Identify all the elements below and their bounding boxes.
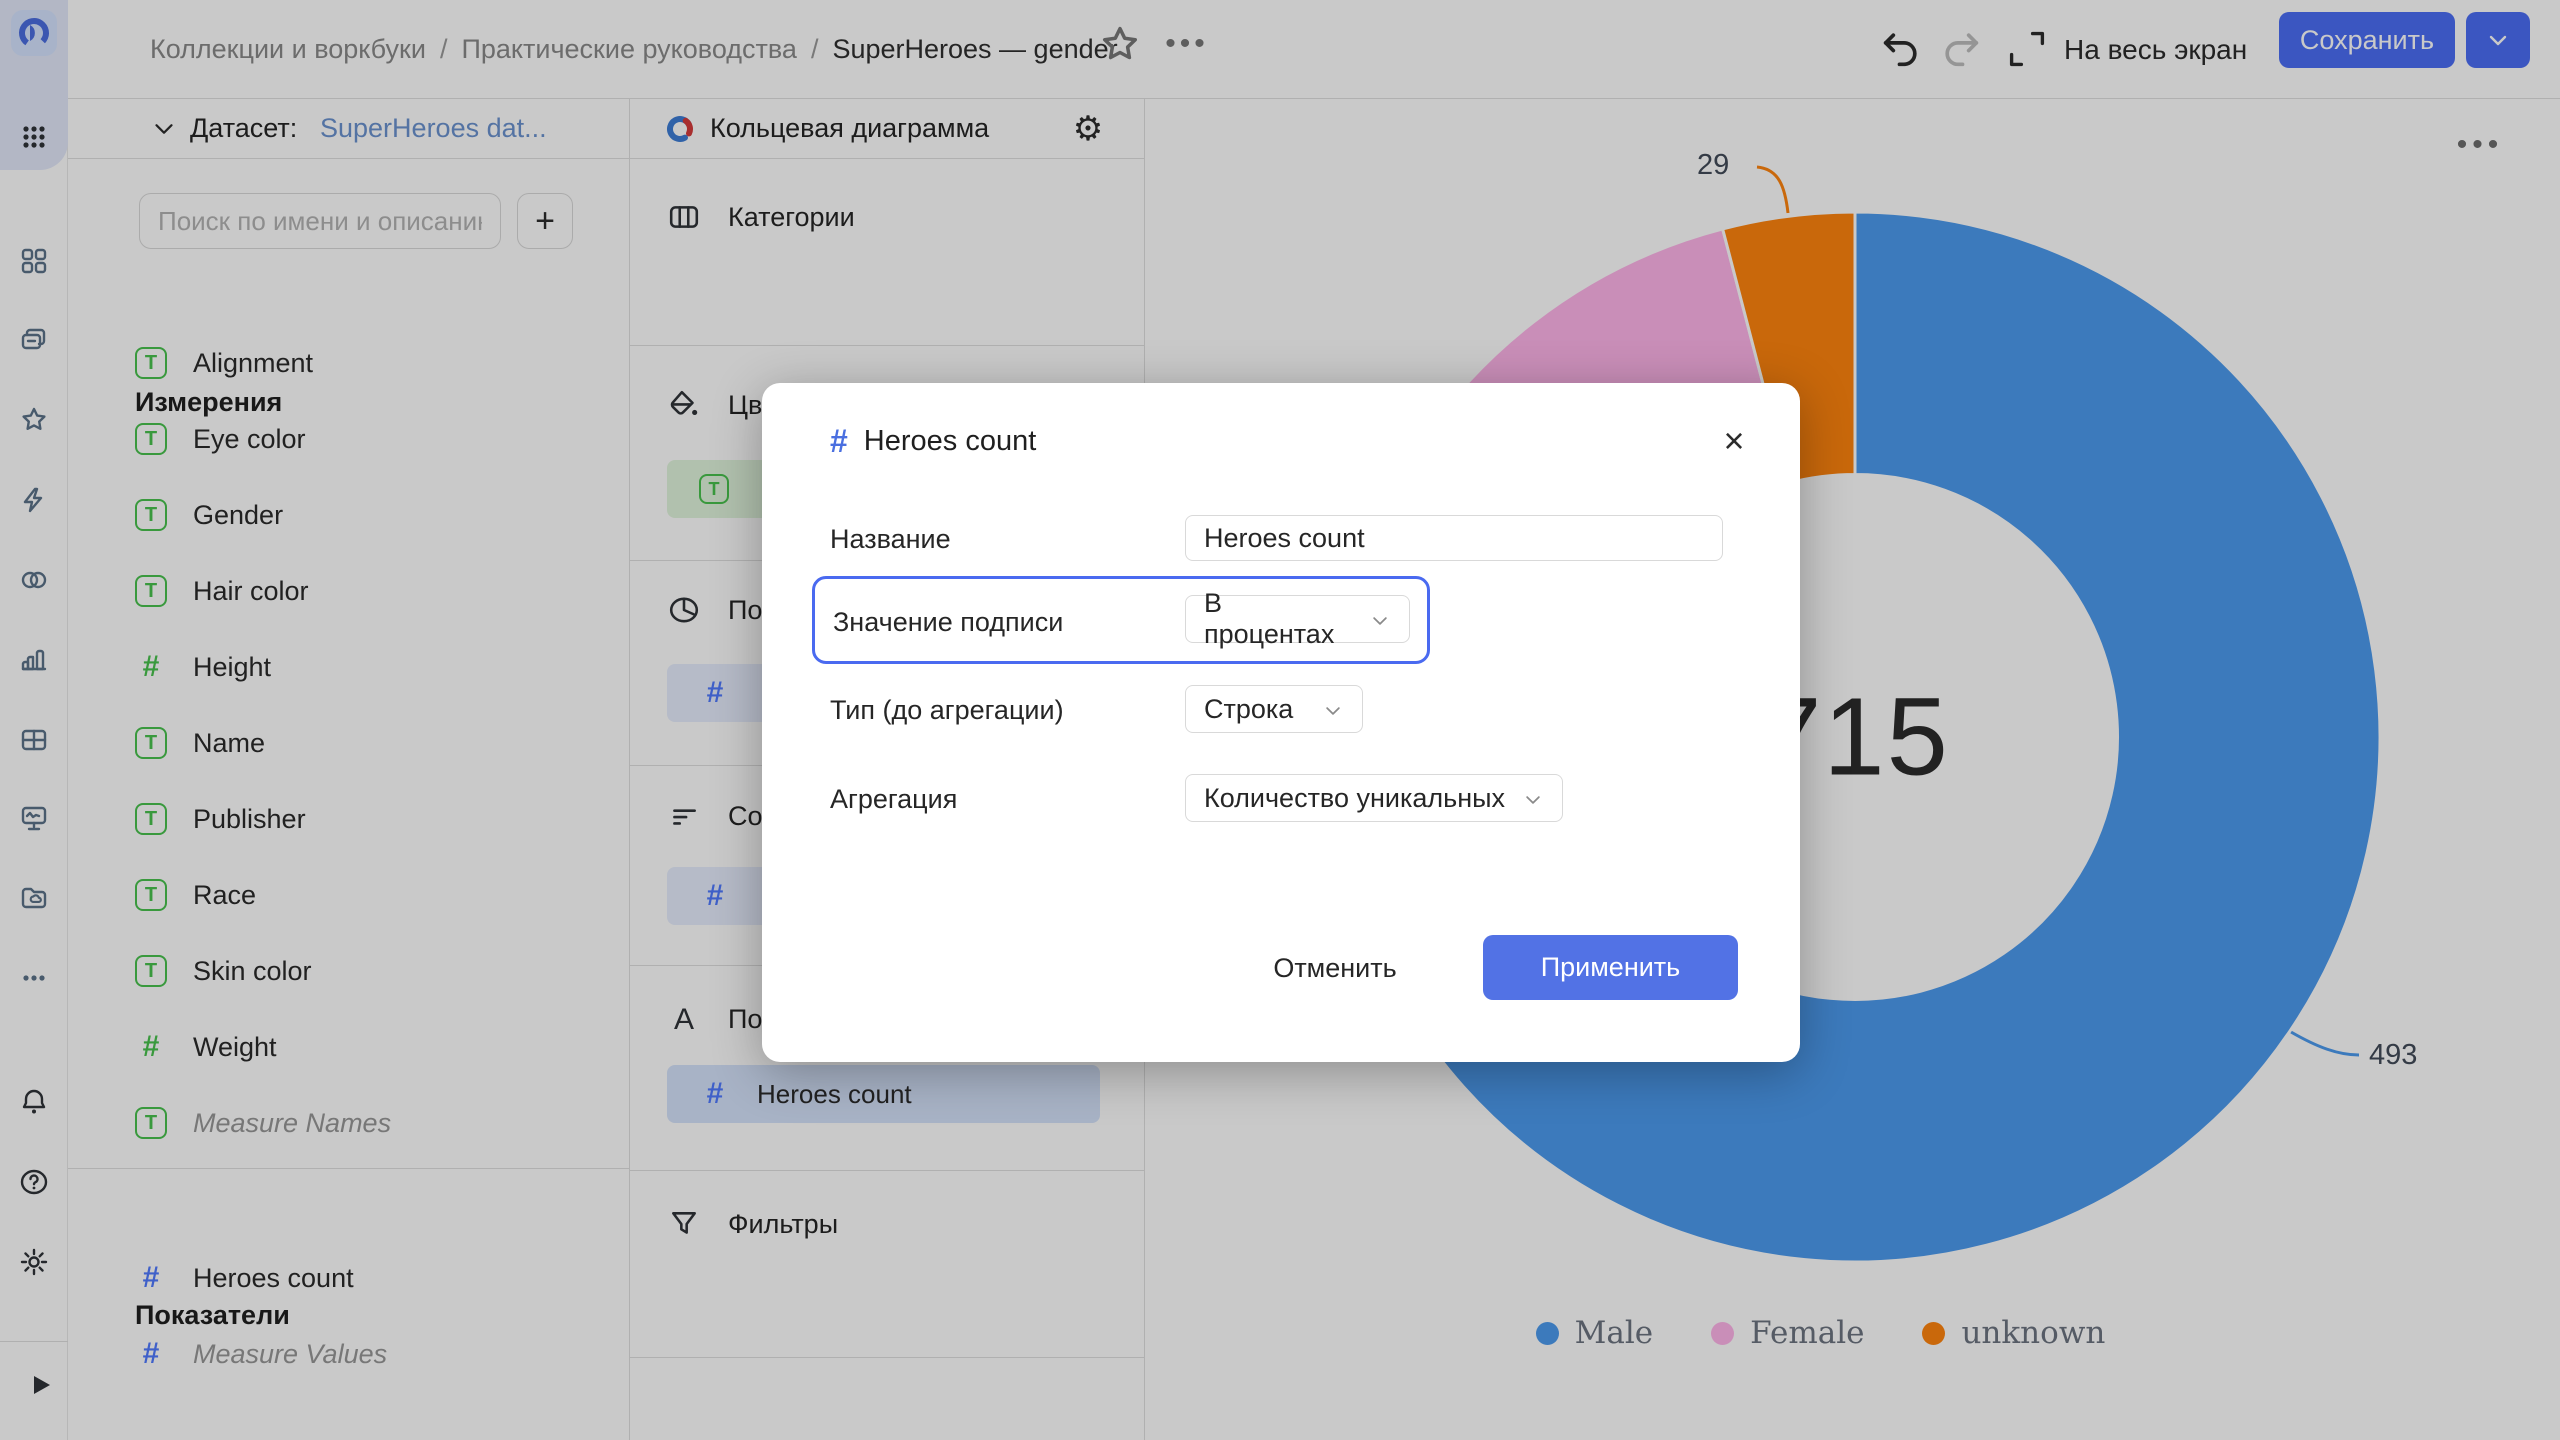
name-field-input[interactable] (1185, 515, 1723, 561)
label-value-label: Значение подписи (833, 607, 1063, 638)
close-icon[interactable]: × (1712, 419, 1756, 463)
chevron-down-icon (1522, 787, 1544, 809)
modal-title: # Heroes count (830, 423, 1036, 460)
aggregation-field-label: Агрегация (830, 784, 957, 815)
measure-type-icon: # (830, 423, 848, 460)
label-value-select[interactable]: В процентах (1185, 595, 1410, 643)
datalens-wizard-app: Коллекции и воркбуки / Практические руко… (0, 0, 2560, 1440)
cancel-button[interactable]: Отменить (1255, 936, 1415, 1000)
label-value-focused-row: Значение подписи В процентах (812, 576, 1430, 664)
modal-title-text: Heroes count (864, 425, 1037, 458)
name-field-label: Название (830, 524, 951, 555)
chevron-down-icon (1369, 608, 1391, 630)
type-select[interactable]: Строка (1185, 685, 1363, 733)
field-settings-modal: # Heroes count × Название Значение подпи… (762, 383, 1800, 1062)
type-field-label: Тип (до агрегации) (830, 695, 1064, 726)
aggregation-select[interactable]: Количество уникальных (1185, 774, 1563, 822)
chevron-down-icon (1322, 698, 1344, 720)
apply-button[interactable]: Применить (1483, 935, 1738, 1000)
